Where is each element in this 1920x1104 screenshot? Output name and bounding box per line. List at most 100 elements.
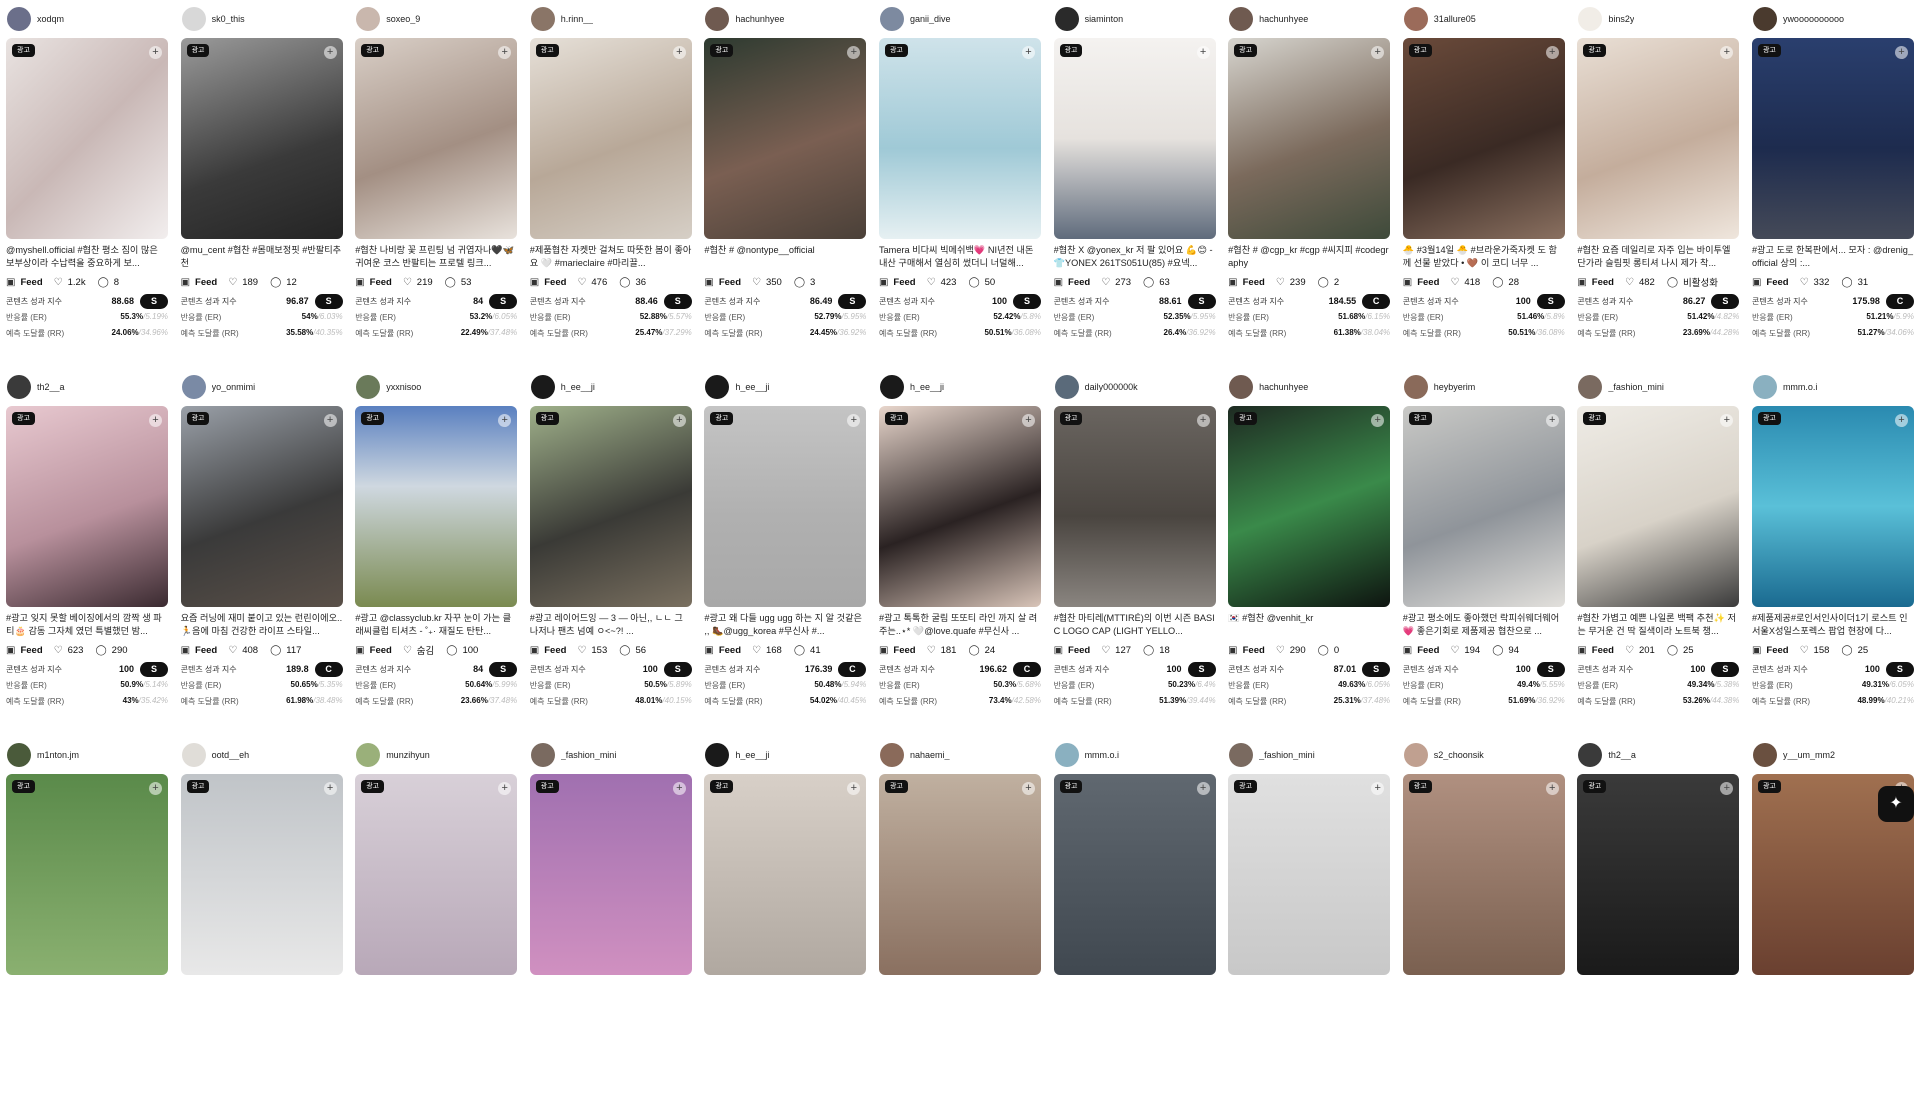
avatar[interactable] (1403, 375, 1428, 399)
add-icon[interactable]: + (1021, 782, 1035, 795)
avatar[interactable] (1229, 375, 1254, 399)
card-header[interactable]: h.rinn__ (530, 0, 692, 38)
username[interactable]: bins2y (1608, 14, 1634, 24)
post-thumbnail[interactable]: 광고 + (1402, 38, 1565, 239)
username[interactable]: h.rinn__ (561, 14, 594, 24)
post-thumbnail[interactable]: 광고 + (1053, 406, 1216, 607)
content-card[interactable]: ootd__eh 광고 + (180, 736, 343, 1104)
avatar[interactable] (1054, 743, 1079, 767)
card-header[interactable]: h_ee__ji (704, 368, 866, 406)
post-thumbnail[interactable]: 광고 + (1228, 774, 1391, 975)
add-icon[interactable]: + (323, 46, 337, 59)
add-icon[interactable]: + (672, 414, 686, 427)
add-icon[interactable]: + (323, 414, 337, 427)
post-thumbnail[interactable]: 광고 + (878, 774, 1041, 975)
post-thumbnail[interactable]: 광고 + (1228, 406, 1391, 607)
content-card[interactable]: h_ee__ji 광고 + #광고 왜 다들 ugg ugg 하는 지 알 것같… (704, 368, 867, 736)
avatar[interactable] (1578, 375, 1603, 399)
content-card[interactable]: ywoooooooooo 광고 + #광고 도로 한복판에서... 모자 : @… (1751, 0, 1914, 368)
card-header[interactable]: th2__a (1577, 736, 1739, 774)
post-thumbnail[interactable]: 광고 + (1577, 406, 1740, 607)
username[interactable]: hachunhyee (1259, 14, 1308, 24)
content-card[interactable]: mmm.o.i 광고 + #제품제공#로인서인사이더1기 로스트 인서울X성일스… (1751, 368, 1914, 736)
card-header[interactable]: yxxnisoo (355, 368, 517, 406)
card-header[interactable]: soxeo_9 (355, 0, 517, 38)
post-thumbnail[interactable]: 광고 + (355, 774, 518, 975)
username[interactable]: ywoooooooooo (1783, 14, 1844, 24)
avatar[interactable] (1403, 7, 1428, 31)
add-icon[interactable]: + (1894, 46, 1908, 59)
card-header[interactable]: daily000000k (1054, 368, 1216, 406)
content-card[interactable]: xodqm 광고 + @myshell.official #협찬 평소 짐이 많… (6, 0, 168, 368)
add-icon[interactable]: + (1371, 46, 1385, 59)
avatar[interactable] (705, 743, 730, 767)
add-icon[interactable]: + (847, 414, 861, 427)
floating-action-button[interactable]: ✦ (1878, 786, 1914, 822)
avatar[interactable] (7, 375, 31, 399)
content-card[interactable]: th2__a 광고 + (1577, 736, 1740, 1104)
add-icon[interactable]: + (1021, 46, 1035, 59)
add-icon[interactable]: + (847, 782, 861, 795)
avatar[interactable] (1054, 375, 1079, 399)
post-thumbnail[interactable]: 광고 + (529, 406, 692, 607)
username[interactable]: h_ee__ji (910, 382, 944, 392)
add-icon[interactable]: + (149, 46, 162, 59)
add-icon[interactable]: + (1371, 414, 1385, 427)
card-header[interactable]: hachunhyee (704, 0, 866, 38)
post-thumbnail[interactable]: 광고 + (1402, 774, 1565, 975)
post-thumbnail[interactable]: 광고 + (1053, 774, 1216, 975)
avatar[interactable] (1578, 7, 1603, 31)
username[interactable]: mmm.o.i (1783, 382, 1818, 392)
card-header[interactable]: hachunhyee (1228, 0, 1390, 38)
card-header[interactable]: h_ee__ji (704, 736, 866, 774)
content-card[interactable]: hachunhyee 광고 + #협찬 # @cgp_kr #cgp #씨지피 … (1228, 0, 1391, 368)
username[interactable]: th2__a (1608, 750, 1636, 760)
card-header[interactable]: xodqm (6, 0, 168, 38)
content-card[interactable]: mmm.o.i 광고 + (1053, 736, 1216, 1104)
avatar[interactable] (530, 7, 555, 31)
card-header[interactable]: _fashion_mini (1577, 368, 1739, 406)
avatar[interactable] (356, 375, 381, 399)
content-card[interactable]: ganii_dive 광고 + Tamera 비다씨 빅메쉬백💗 NI년전 내돈… (878, 0, 1041, 368)
card-header[interactable]: ywoooooooooo (1752, 0, 1914, 38)
content-card[interactable]: sk0_this 광고 + @mu_cent #협찬 #몸매보정핏 #반팔티추천… (180, 0, 343, 368)
avatar[interactable] (879, 375, 904, 399)
card-header[interactable]: sk0_this (181, 0, 343, 38)
username[interactable]: daily000000k (1085, 382, 1138, 392)
avatar[interactable] (356, 7, 381, 31)
content-card[interactable]: _fashion_mini 광고 + (1228, 736, 1391, 1104)
add-icon[interactable]: + (149, 414, 162, 427)
username[interactable]: 31allure05 (1434, 14, 1476, 24)
card-header[interactable]: ganii_dive (879, 0, 1041, 38)
add-icon[interactable]: + (1720, 782, 1734, 795)
username[interactable]: y__um_mm2 (1783, 750, 1835, 760)
add-icon[interactable]: + (672, 782, 686, 795)
avatar[interactable] (7, 743, 31, 767)
add-icon[interactable]: + (1021, 414, 1035, 427)
add-icon[interactable]: + (1196, 414, 1210, 427)
post-thumbnail[interactable]: 광고 + (6, 38, 168, 239)
avatar[interactable] (1752, 375, 1777, 399)
avatar[interactable] (356, 743, 381, 767)
username[interactable]: s2_choonsik (1434, 750, 1484, 760)
username[interactable]: _fashion_mini (561, 750, 617, 760)
post-thumbnail[interactable]: 광고 + (180, 774, 343, 975)
card-header[interactable]: h_ee__ji (879, 368, 1041, 406)
add-icon[interactable]: + (498, 46, 512, 59)
username[interactable]: ganii_dive (910, 14, 951, 24)
username[interactable]: th2__a (37, 382, 65, 392)
post-thumbnail[interactable]: 광고 + (355, 406, 518, 607)
username[interactable]: h_ee__ji (735, 750, 769, 760)
avatar[interactable] (181, 7, 206, 31)
avatar[interactable] (181, 375, 206, 399)
content-card[interactable]: bins2y 광고 + #협찬 요즘 데일리로 자주 입는 바이투엘 단가라 슬… (1577, 0, 1740, 368)
username[interactable]: sk0_this (212, 14, 245, 24)
content-card[interactable]: 31allure05 광고 + 🐣 #3월14일 🐣 #브라운가죽자켓 도 함께… (1402, 0, 1565, 368)
card-header[interactable]: munzihyun (355, 736, 517, 774)
username[interactable]: hachunhyee (735, 14, 784, 24)
content-card[interactable]: soxeo_9 광고 + #협찬 나비랑 꽃 프린팅 넘 귀엽자나🖤🦋 귀여운 … (355, 0, 518, 368)
username[interactable]: siaminton (1085, 14, 1124, 24)
content-card[interactable]: _fashion_mini 광고 + #협찬 가볍고 예쁜 나일론 백팩 추천✨… (1577, 368, 1740, 736)
content-card[interactable]: _fashion_mini 광고 + (529, 736, 692, 1104)
post-thumbnail[interactable]: 광고 + (529, 38, 692, 239)
